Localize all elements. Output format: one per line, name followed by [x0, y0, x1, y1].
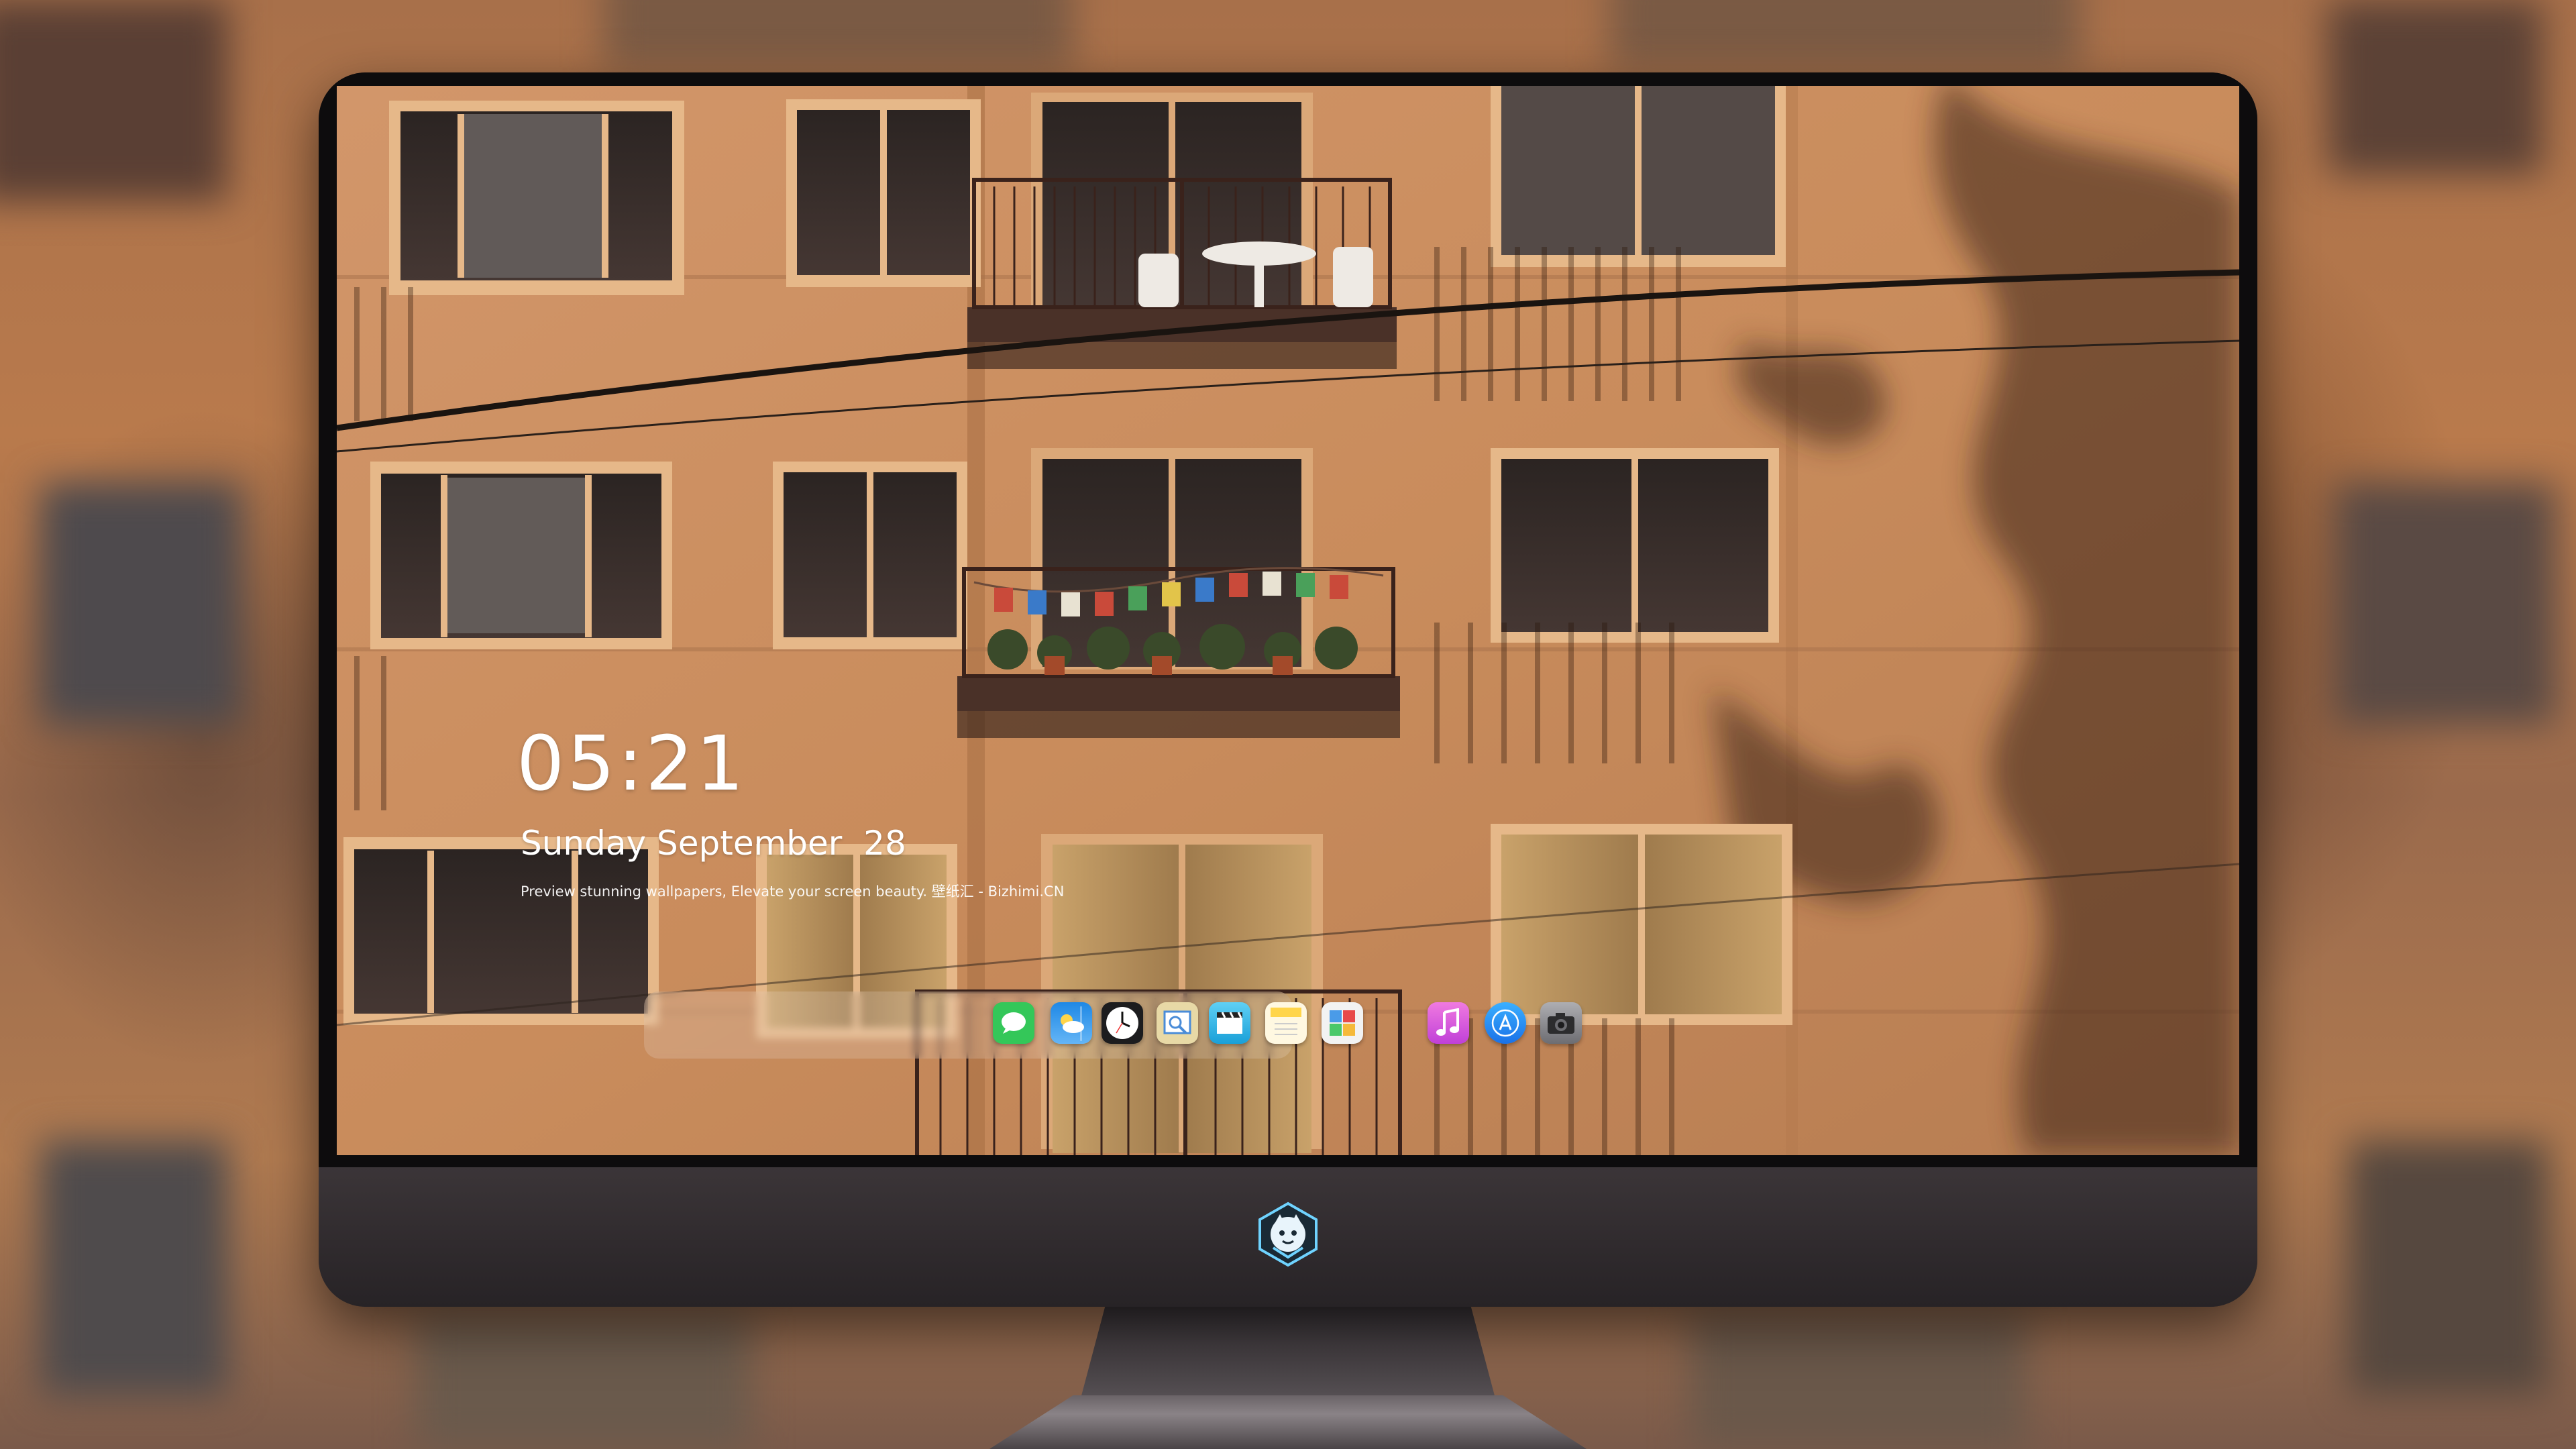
camera-icon[interactable]: [1540, 1002, 1582, 1044]
monitor-stand-neck: [1080, 1307, 1496, 1401]
clock-icon[interactable]: [1102, 1002, 1143, 1044]
mascot-logo-icon: [1258, 1201, 1318, 1267]
notes-icon[interactable]: [1265, 1002, 1307, 1044]
dock-separator: [1080, 1006, 1082, 1041]
music-icon[interactable]: [1428, 1002, 1469, 1044]
wallpaper-apartment-building: [337, 86, 2239, 1155]
messages-icon[interactable]: [993, 1002, 1034, 1044]
weather-icon[interactable]: [1051, 1002, 1092, 1044]
lock-screen-clock: 05:21: [517, 720, 747, 808]
lock-screen-date: Sunday September 28: [521, 824, 906, 863]
photo-booth-icon[interactable]: [1322, 1002, 1363, 1044]
preview-icon[interactable]: [1157, 1002, 1198, 1044]
clips-icon[interactable]: [1209, 1002, 1250, 1044]
desktop-screen: [337, 86, 2239, 1155]
monitor-stand-foot: [989, 1395, 1587, 1449]
app-store-icon[interactable]: [1485, 1002, 1526, 1044]
wallpaper-tagline: Preview stunning wallpapers, Elevate you…: [521, 883, 1065, 900]
